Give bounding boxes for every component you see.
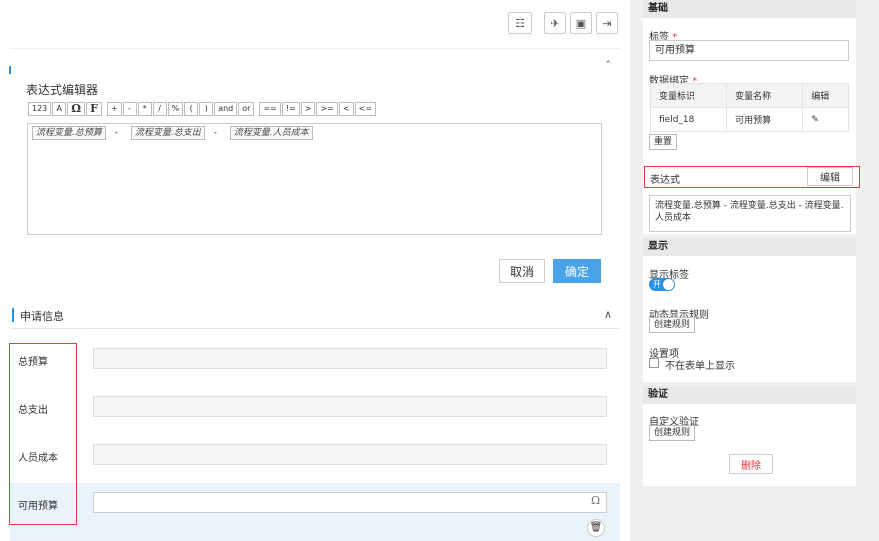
cancel-button[interactable]: 取消 [499,259,545,283]
expense-input[interactable] [93,396,607,417]
variable-token[interactable]: 流程变量.人员成本 [229,126,313,140]
table-header-row: 变量标识 变量名称 编辑 [649,83,849,108]
text-icon[interactable]: A [52,102,67,116]
operator-button[interactable]: < [338,102,354,116]
rocket-icon[interactable]: ✈ [544,12,566,34]
binding-table: 变量标识 变量名称 编辑 field_18 可用预算 ✎ [649,83,849,132]
table-row: field_18 可用预算 ✎ [649,107,849,132]
cell-id: field_18 [649,107,728,132]
edit-expression-button[interactable]: 编辑 [807,167,853,186]
variable-token[interactable]: 流程变量.总支出 [130,126,205,140]
available-budget-input[interactable] [93,492,607,513]
delete-button[interactable]: 删除 [729,454,773,474]
exit-icon[interactable]: ⇥ [596,12,618,34]
hide-on-form-checkbox[interactable] [649,358,659,368]
section-marker [12,308,14,322]
operator-token: - [114,128,118,138]
section-header-validation: 验证 [643,386,856,404]
operator-button[interactable]: >= [316,102,338,116]
section-header-display: 显示 [643,238,856,256]
operator-button[interactable]: - [122,102,137,116]
create-rule-button[interactable]: 创建规则 [649,317,696,333]
variable-token[interactable]: 流程变量.总预算 [32,126,106,140]
operator-button[interactable]: <= [354,102,376,116]
operator-button[interactable]: % [167,102,184,116]
operator-button[interactable]: != [281,102,300,116]
section-header-basic: 基础 [643,0,856,18]
canvas-toolbar: ☷ ✈ ▣ ⇥ [508,12,618,34]
staff-cost-input[interactable] [93,444,607,465]
operator-button[interactable]: > [300,102,316,116]
expression-label: 表达式 [650,175,680,186]
divider [10,328,620,329]
function-icon[interactable]: F [86,102,102,116]
omega-icon[interactable]: Ω [591,494,600,507]
expression-row: 表达式 编辑 [644,166,860,188]
section-marker [9,66,11,74]
highlight-box [9,343,77,525]
expression-textarea[interactable]: 流程变量.总预算 - 流程变量.总支出 - 流程变量.人员成本 [649,195,851,232]
expression-editor-dialog: 表达式编辑器 123 A Ω F + - * / % ( ) and or ==… [12,68,620,292]
divider [10,48,620,49]
operator-button[interactable]: / [152,102,167,116]
section-title: 申请信息 [20,310,64,323]
operator-token: - [213,128,217,138]
column-header: 变量名称 [726,83,804,108]
omega-icon[interactable]: Ω [67,102,86,116]
operator-button[interactable]: and [214,102,238,116]
toggle-knob [663,279,674,290]
confirm-button[interactable]: 确定 [553,259,601,283]
column-header: 编辑 [802,83,849,108]
column-header: 变量标识 [649,83,728,108]
cell-name: 可用预算 [726,107,804,132]
toggle-text: 开 [653,280,661,289]
number-icon[interactable]: 123 [28,102,52,116]
layout-icon[interactable]: ☷ [508,12,532,34]
scrollbar[interactable] [862,0,879,541]
properties-panel: 基础 标签 * 可用预算 数据绑定 * 变量标识 变量名称 编辑 field_1… [643,0,860,541]
chevron-up-icon[interactable]: ∧ [604,308,612,321]
hide-on-form-label: 不在表单上显示 [665,361,735,372]
operator-button[interactable]: ( [184,102,199,116]
trash-icon[interactable]: 🗑 [587,519,605,537]
operator-button[interactable]: or [238,102,255,116]
save-icon[interactable]: ▣ [570,12,592,34]
budget-input[interactable] [93,348,607,369]
operator-button[interactable]: ) [199,102,214,116]
create-validation-rule-button[interactable]: 创建规则 [649,425,696,441]
operator-bar: 123 A Ω F + - * / % ( ) and or == != > >… [28,102,377,116]
dialog-title: 表达式编辑器 [26,83,99,97]
reset-button[interactable]: 重置 [649,134,678,150]
operator-button[interactable]: == [259,102,281,116]
pencil-icon[interactable]: ✎ [802,107,849,132]
show-label-toggle[interactable]: 开 [649,278,675,291]
expression-input[interactable]: 流程变量.总预算 - 流程变量.总支出 - 流程变量.人员成本 [27,123,602,235]
form-canvas: ☷ ✈ ▣ ⇥ ⌃ 表达式编辑器 123 A Ω F + - * / % ( )… [0,0,630,541]
operator-button[interactable]: + [106,102,122,116]
label-input[interactable]: 可用预算 [649,40,849,61]
operator-button[interactable]: * [137,102,152,116]
